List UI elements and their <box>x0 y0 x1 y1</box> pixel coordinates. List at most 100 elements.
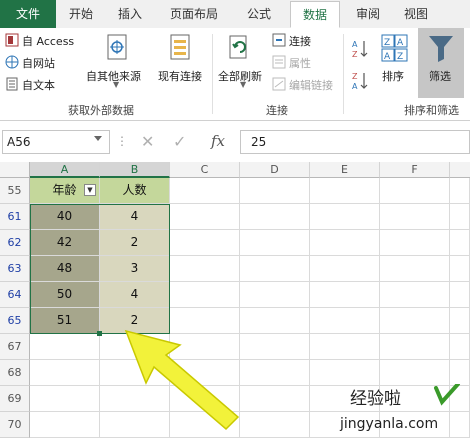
properties-label: 属性 <box>289 57 311 70</box>
cancel-icon[interactable]: ✕ <box>141 132 154 151</box>
data-cell[interactable] <box>30 386 100 412</box>
empty-cell[interactable] <box>380 282 450 308</box>
empty-cell[interactable] <box>310 308 380 334</box>
empty-cell[interactable] <box>450 230 470 256</box>
data-cell[interactable]: 42 <box>30 230 100 256</box>
tab-insert[interactable]: 插入 <box>108 0 152 28</box>
row-header[interactable]: 61 <box>0 204 30 230</box>
empty-cell[interactable] <box>310 256 380 282</box>
data-cell[interactable] <box>30 334 100 360</box>
pointer-arrow-icon <box>124 329 240 431</box>
header-cell[interactable]: 年龄 ▼ <box>30 178 100 204</box>
row-header[interactable]: 67 <box>0 334 30 360</box>
data-cell[interactable]: 3 <box>100 256 170 282</box>
edit-links-label: 编辑链接 <box>289 79 333 92</box>
tab-formulas[interactable]: 公式 <box>236 0 282 28</box>
row-header[interactable]: 65 <box>0 308 30 334</box>
empty-cell[interactable] <box>380 178 450 204</box>
name-box[interactable]: A56 <box>2 130 110 154</box>
other-sources-icon <box>107 34 127 60</box>
ribbon-tab-bar: 文件 开始 插入 页面布局 公式 数据 审阅 视图 <box>0 0 470 29</box>
drag-handle-icon[interactable]: ⋮ <box>116 134 128 148</box>
empty-cell[interactable] <box>240 178 310 204</box>
data-cell[interactable]: 40 <box>30 204 100 230</box>
tab-view[interactable]: 视图 <box>394 0 438 28</box>
empty-cell[interactable] <box>240 256 310 282</box>
empty-cell[interactable] <box>170 256 240 282</box>
empty-cell[interactable] <box>380 360 450 386</box>
column-header-f[interactable]: F <box>380 162 450 178</box>
data-cell[interactable] <box>30 412 100 438</box>
empty-cell[interactable] <box>380 204 450 230</box>
empty-cell[interactable] <box>310 178 380 204</box>
data-cell[interactable]: 50 <box>30 282 100 308</box>
row-header[interactable]: 68 <box>0 360 30 386</box>
column-header-d[interactable]: D <box>240 162 310 178</box>
enter-icon[interactable]: ✓ <box>173 132 186 151</box>
tab-review[interactable]: 审阅 <box>346 0 390 28</box>
empty-cell[interactable] <box>170 178 240 204</box>
empty-cell[interactable] <box>310 360 380 386</box>
column-header-b[interactable]: B <box>100 162 170 178</box>
name-box-dropdown-icon[interactable] <box>94 136 102 141</box>
empty-cell[interactable] <box>240 230 310 256</box>
access-icon <box>5 33 19 47</box>
data-cell[interactable]: 48 <box>30 256 100 282</box>
tab-home[interactable]: 开始 <box>58 0 104 28</box>
row-header[interactable]: 62 <box>0 230 30 256</box>
formula-input[interactable]: 25 <box>240 130 470 154</box>
row-header[interactable]: 63 <box>0 256 30 282</box>
empty-cell[interactable] <box>170 204 240 230</box>
fill-handle[interactable] <box>97 331 102 336</box>
empty-cell[interactable] <box>310 230 380 256</box>
header-cell[interactable]: 人数 <box>100 178 170 204</box>
column-header-g[interactable] <box>450 162 470 178</box>
row-header[interactable]: 70 <box>0 412 30 438</box>
watermark-logo: 经验啦 jingyanla.com <box>339 384 460 432</box>
empty-cell[interactable] <box>240 282 310 308</box>
empty-cell[interactable] <box>310 204 380 230</box>
sort-label: 排序 <box>382 70 404 83</box>
existing-connections-icon <box>170 34 190 60</box>
column-header-e[interactable]: E <box>310 162 380 178</box>
column-header-a[interactable]: A <box>30 162 100 178</box>
empty-cell[interactable] <box>310 282 380 308</box>
data-cell[interactable]: 2 <box>100 230 170 256</box>
select-all-corner[interactable] <box>0 162 30 178</box>
sort-descending-icon[interactable]: Z A <box>352 70 368 92</box>
row-header[interactable]: 64 <box>0 282 30 308</box>
tab-data[interactable]: 数据 <box>290 1 340 28</box>
empty-cell[interactable] <box>450 178 470 204</box>
data-cell[interactable]: 51 <box>30 308 100 334</box>
empty-cell[interactable] <box>450 360 470 386</box>
empty-cell[interactable] <box>450 256 470 282</box>
empty-cell[interactable] <box>380 230 450 256</box>
column-header-c[interactable]: C <box>170 162 240 178</box>
tab-file[interactable]: 文件 <box>0 0 56 28</box>
row-header[interactable]: 69 <box>0 386 30 412</box>
tab-page-layout[interactable]: 页面布局 <box>156 0 232 28</box>
globe-icon <box>5 55 19 69</box>
empty-cell[interactable] <box>170 230 240 256</box>
sort-dialog-icon: Z A A Z <box>381 34 408 62</box>
empty-cell[interactable] <box>450 204 470 230</box>
empty-cell[interactable] <box>310 334 380 360</box>
dropdown-caret-icon: ▼ <box>240 80 247 89</box>
data-cell[interactable] <box>30 360 100 386</box>
empty-cell[interactable] <box>240 204 310 230</box>
sort-ascending-icon[interactable]: A Z <box>352 38 368 60</box>
empty-cell[interactable] <box>380 256 450 282</box>
filter-dropdown-icon[interactable]: ▼ <box>84 184 96 196</box>
svg-text:Z: Z <box>397 52 403 62</box>
data-cell[interactable]: 4 <box>100 282 170 308</box>
row-header[interactable]: 55 <box>0 178 30 204</box>
empty-cell[interactable] <box>450 308 470 334</box>
empty-cell[interactable] <box>170 282 240 308</box>
filter-button[interactable]: 筛选 <box>418 28 464 98</box>
empty-cell[interactable] <box>450 334 470 360</box>
empty-cell[interactable] <box>380 334 450 360</box>
empty-cell[interactable] <box>380 308 450 334</box>
insert-function-icon[interactable]: fx <box>211 132 225 150</box>
data-cell[interactable]: 4 <box>100 204 170 230</box>
empty-cell[interactable] <box>450 282 470 308</box>
